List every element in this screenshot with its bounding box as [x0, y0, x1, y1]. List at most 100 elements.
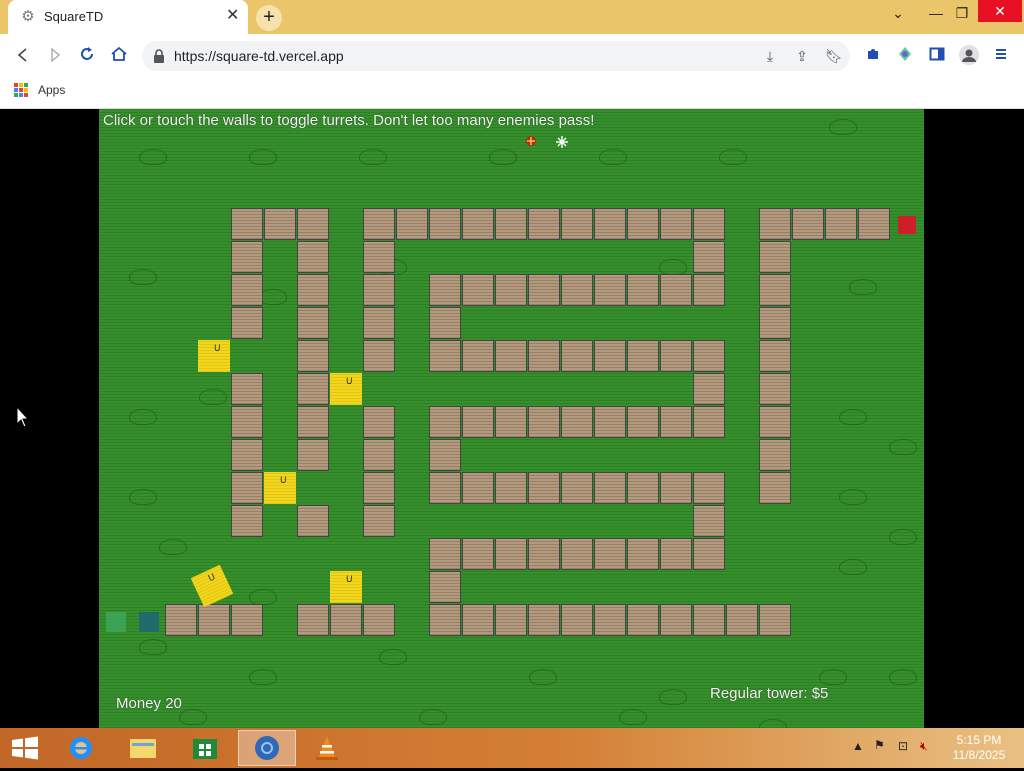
wall-tile[interactable] [660, 340, 692, 372]
wall-tile[interactable] [627, 340, 659, 372]
wall-tile[interactable] [363, 472, 395, 504]
wall-tile[interactable] [231, 274, 263, 306]
wall-tile[interactable] [858, 208, 890, 240]
wall-tile[interactable] [429, 439, 461, 471]
wall-tile[interactable] [594, 208, 626, 240]
wall-tile[interactable] [495, 406, 527, 438]
tab-squaretd[interactable]: ⚙ SquareTD ✕ [8, 0, 248, 34]
wall-tile[interactable] [363, 274, 395, 306]
wall-tile[interactable] [231, 439, 263, 471]
wall-tile[interactable] [462, 406, 494, 438]
wall-tile[interactable] [462, 604, 494, 636]
restore-button[interactable]: ❐ [952, 2, 972, 24]
wall-tile[interactable] [759, 241, 791, 273]
wall-tile[interactable] [330, 604, 362, 636]
wall-tile[interactable] [363, 340, 395, 372]
wall-tile[interactable] [231, 373, 263, 405]
bookmark-star-icon[interactable]: 🔖︎ [824, 46, 844, 66]
taskbar-file-explorer[interactable] [118, 730, 168, 766]
wall-tile[interactable] [363, 307, 395, 339]
wall-tile[interactable] [429, 406, 461, 438]
wall-tile[interactable] [627, 538, 659, 570]
wall-tile[interactable] [429, 208, 461, 240]
wall-tile[interactable] [297, 241, 329, 273]
wall-tile[interactable] [759, 439, 791, 471]
wall-tile[interactable] [495, 274, 527, 306]
wall-tile[interactable] [693, 604, 725, 636]
tower-type-label[interactable]: Regular tower: $5 [710, 685, 828, 702]
extension-button[interactable] [894, 45, 916, 67]
wall-tile[interactable] [429, 307, 461, 339]
wall-tile[interactable] [297, 604, 329, 636]
wall-tile[interactable] [429, 340, 461, 372]
wall-tile[interactable] [297, 307, 329, 339]
wall-tile[interactable] [297, 373, 329, 405]
wall-tile[interactable] [693, 241, 725, 273]
wall-tile[interactable] [429, 538, 461, 570]
wall-tile[interactable] [495, 208, 527, 240]
wall-tile[interactable] [264, 208, 296, 240]
wall-tile[interactable] [396, 208, 428, 240]
wall-tile[interactable] [825, 208, 857, 240]
start-button[interactable] [0, 730, 50, 766]
wall-tile[interactable] [693, 274, 725, 306]
action-center-flag-icon[interactable]: ⚑ [874, 738, 885, 752]
taskbar-internet-explorer[interactable] [56, 730, 106, 766]
game-canvas[interactable]: Click or touch the walls to toggle turre… [99, 109, 924, 728]
wall-tile[interactable] [693, 208, 725, 240]
wall-tile[interactable] [759, 208, 791, 240]
wall-tile[interactable] [363, 604, 395, 636]
close-tab-icon[interactable]: ✕ [226, 8, 239, 24]
wall-tile[interactable] [363, 406, 395, 438]
address-bar[interactable]: https://square-td.vercel.app ⤓ ⇪ 🔖︎ [142, 41, 850, 71]
wall-tile[interactable] [231, 505, 263, 537]
wall-tile[interactable] [462, 208, 494, 240]
wall-tile[interactable] [759, 406, 791, 438]
wall-tile[interactable] [363, 505, 395, 537]
wall-tile[interactable] [198, 604, 230, 636]
wall-tile[interactable] [627, 604, 659, 636]
network-icon[interactable]: ⊡ [898, 739, 908, 753]
reload-button[interactable] [76, 45, 98, 67]
wall-tile[interactable] [231, 472, 263, 504]
apps-grid-icon[interactable] [14, 83, 28, 97]
wall-tile[interactable] [660, 208, 692, 240]
install-app-icon[interactable]: ⤓ [760, 46, 780, 66]
wall-tile[interactable] [528, 472, 560, 504]
wall-tile[interactable] [594, 472, 626, 504]
wall-tile[interactable] [594, 274, 626, 306]
wall-tile[interactable] [429, 604, 461, 636]
wall-tile[interactable] [594, 538, 626, 570]
wall-tile[interactable] [627, 274, 659, 306]
wall-tile[interactable] [693, 373, 725, 405]
wall-tile[interactable] [693, 406, 725, 438]
wall-tile[interactable] [759, 274, 791, 306]
wall-tile[interactable] [759, 340, 791, 372]
wall-tile[interactable] [297, 505, 329, 537]
show-hidden-icons-chevron[interactable]: ▲ [852, 739, 864, 753]
wall-tile[interactable] [660, 472, 692, 504]
wall-tile[interactable] [660, 406, 692, 438]
wall-tile[interactable] [660, 538, 692, 570]
profile-button[interactable] [958, 45, 980, 67]
wall-tile[interactable] [627, 208, 659, 240]
forward-button[interactable] [44, 45, 66, 67]
wall-tile[interactable] [297, 274, 329, 306]
wall-tile[interactable] [231, 241, 263, 273]
turret[interactable]: ᑌ [330, 373, 362, 405]
wall-tile[interactable] [363, 241, 395, 273]
wall-tile[interactable] [759, 373, 791, 405]
wall-tile[interactable] [297, 208, 329, 240]
wall-tile[interactable] [561, 406, 593, 438]
wall-tile[interactable] [594, 604, 626, 636]
wall-tile[interactable] [495, 340, 527, 372]
wall-tile[interactable] [495, 538, 527, 570]
wall-tile[interactable] [759, 604, 791, 636]
wall-tile[interactable] [792, 208, 824, 240]
wall-tile[interactable] [627, 406, 659, 438]
minimize-button[interactable]: — [926, 2, 946, 24]
wall-tile[interactable] [726, 604, 758, 636]
wall-tile[interactable] [528, 208, 560, 240]
wall-tile[interactable] [594, 340, 626, 372]
wall-tile[interactable] [462, 472, 494, 504]
